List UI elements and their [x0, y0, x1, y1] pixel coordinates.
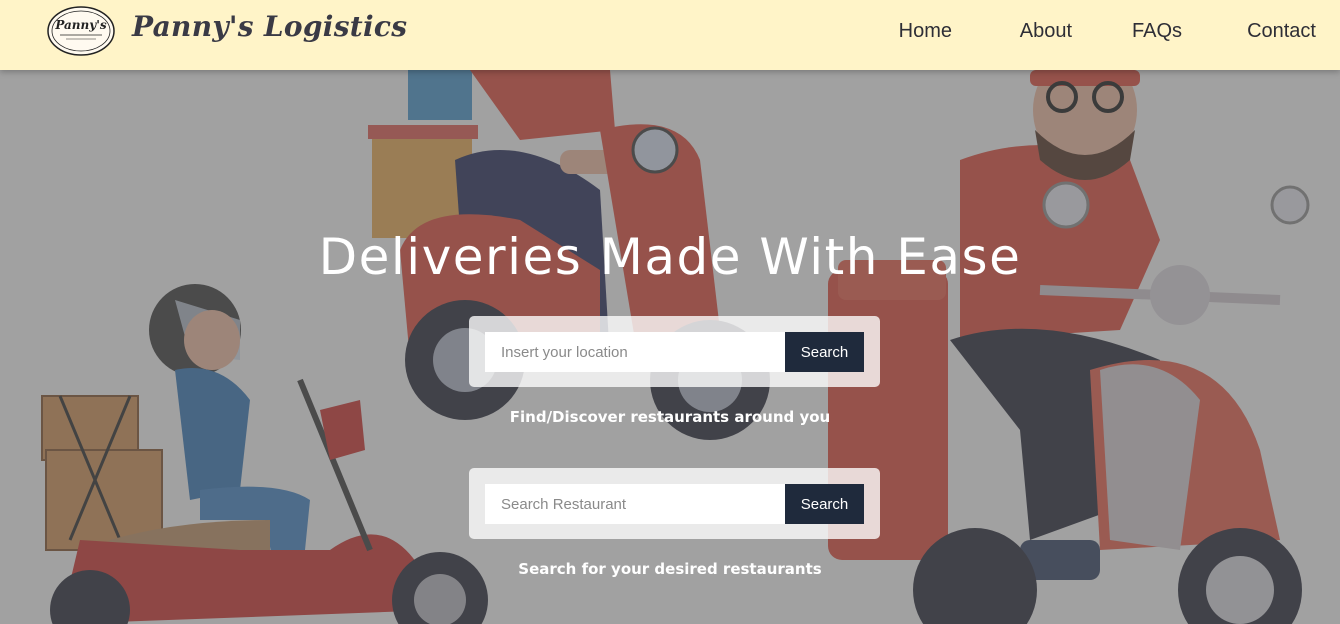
- restaurant-search-button[interactable]: Search: [785, 484, 864, 524]
- nav-contact[interactable]: Contact: [1247, 20, 1316, 43]
- brand-name[interactable]: Panny's Logistics: [132, 10, 407, 43]
- logo-text: Panny's: [54, 18, 107, 32]
- logo-badge[interactable]: Panny's: [46, 5, 116, 57]
- nav-home[interactable]: Home: [899, 20, 952, 43]
- hero-section: Deliveries Made With Ease Search Find/Di…: [0, 70, 1340, 624]
- location-search-box: Search: [469, 316, 880, 387]
- location-search-button[interactable]: Search: [785, 332, 864, 372]
- restaurant-search-box: Search: [469, 468, 880, 539]
- location-search-input[interactable]: [485, 332, 785, 372]
- location-search-caption: Find/Discover restaurants around you: [509, 408, 831, 426]
- nav-about[interactable]: About: [1020, 20, 1072, 43]
- site-header: Panny's Panny's Logistics Home About FAQ…: [0, 0, 1340, 70]
- nav-faqs[interactable]: FAQs: [1132, 20, 1182, 43]
- hero-title: Deliveries Made With Ease: [318, 228, 1022, 286]
- restaurant-search-caption: Search for your desired restaurants: [518, 560, 822, 578]
- restaurant-search-input[interactable]: [485, 484, 785, 524]
